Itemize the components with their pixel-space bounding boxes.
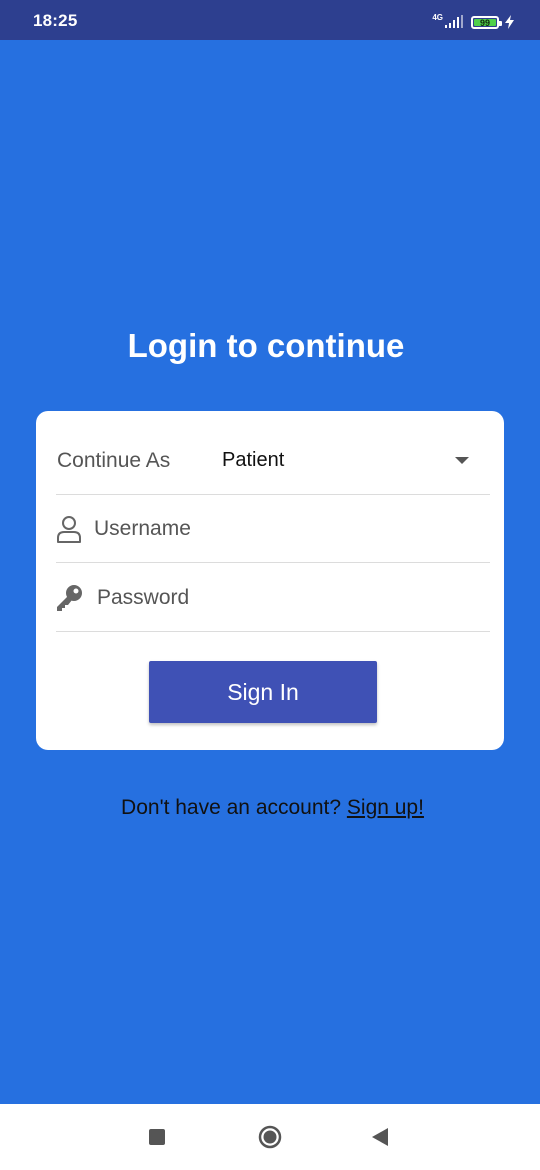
navigation-bar	[0, 1104, 540, 1170]
network-type-label: 4G	[432, 12, 443, 22]
dropdown-arrow-icon[interactable]	[455, 457, 469, 464]
role-label: Continue As	[57, 448, 171, 472]
status-time: 18:25	[33, 11, 78, 30]
signup-prompt-text: Don't have an account?	[121, 796, 342, 819]
password-input[interactable]	[97, 585, 490, 610]
battery-level: 99	[474, 18, 496, 27]
password-row	[56, 564, 490, 632]
username-row	[56, 495, 490, 563]
key-icon	[54, 583, 84, 613]
signup-prompt: Don't have an account? Sign up!	[0, 796, 540, 820]
recent-apps-icon[interactable]	[149, 1129, 165, 1145]
charging-icon	[505, 15, 514, 29]
status-bar: 18:25 4G 99	[0, 0, 540, 40]
sign-up-link[interactable]: Sign up!	[347, 796, 424, 819]
page-title: Login to continue	[127, 327, 405, 364]
username-input[interactable]	[94, 516, 490, 541]
battery-icon: 99	[471, 15, 502, 29]
login-card: Continue As Patient Si	[36, 411, 504, 750]
role-select[interactable]: Continue As Patient	[56, 427, 490, 495]
signal-icon	[445, 15, 465, 29]
sign-in-button[interactable]: Sign In	[149, 661, 377, 723]
role-value[interactable]: Patient	[222, 449, 455, 472]
back-icon[interactable]	[371, 1127, 389, 1147]
login-screen: Login to continue Continue As Patient Us…	[0, 40, 540, 1104]
status-icons: 4G 99	[432, 12, 514, 30]
home-icon[interactable]	[258, 1125, 282, 1149]
user-icon	[54, 514, 84, 544]
